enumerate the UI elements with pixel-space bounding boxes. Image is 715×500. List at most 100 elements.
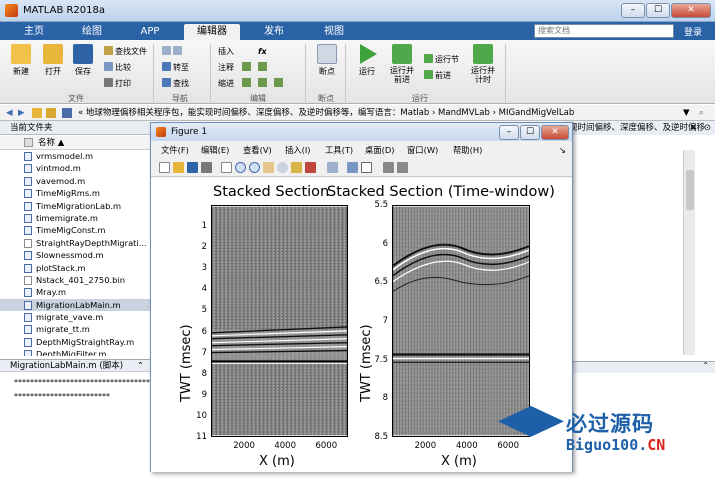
file-list-item[interactable]: DepthMigFilter.m [0, 348, 150, 356]
goto-prev-button[interactable] [162, 46, 184, 57]
menu-window[interactable]: 窗口(W) [407, 143, 438, 157]
file-list-item[interactable]: Mray.m [0, 286, 150, 298]
advance-icon [424, 70, 433, 79]
menu-help[interactable]: 帮助(H) [453, 143, 482, 157]
plot2-xtick-label: 4000 [455, 441, 478, 451]
editor-menu-icon[interactable]: ⊙ [704, 121, 711, 135]
m-file-icon [24, 288, 32, 298]
file-list-item[interactable]: vavemod.m [0, 175, 150, 187]
forward-arrow-icon[interactable]: ▶ [18, 105, 25, 121]
file-list-item[interactable]: DepthMigStraightRay.m [0, 336, 150, 348]
file-list-item[interactable]: Slownessmod.m [0, 249, 150, 261]
hide-plot-tools-icon[interactable] [383, 162, 394, 173]
file-list-item[interactable]: Nstack_401_2750.bin [0, 274, 150, 286]
file-list-item[interactable]: timemigrate.m [0, 212, 150, 224]
new-button[interactable]: 新建 [4, 44, 38, 77]
print-figure-icon[interactable] [201, 162, 212, 173]
data-cursor-icon[interactable] [291, 162, 302, 173]
file-list-item[interactable]: MigrationLabMain.m [0, 298, 150, 312]
tab-plots[interactable]: 绘图 [70, 24, 114, 40]
path-dropdown-icon[interactable]: ▼ [683, 105, 690, 121]
file-list-column-header[interactable]: 名称 ▲ [0, 136, 150, 150]
menu-insert[interactable]: 插入(I) [285, 143, 311, 157]
select-all-checkbox[interactable] [24, 138, 33, 147]
smart-indent-icon[interactable] [242, 78, 251, 87]
search-documentation-input[interactable]: 搜索文档 [534, 24, 674, 38]
dock-icon[interactable]: ↘ [559, 143, 566, 157]
new-figure-icon[interactable] [159, 162, 170, 173]
find-button[interactable]: 查找 [162, 78, 189, 89]
zoom-in-icon[interactable] [235, 162, 246, 173]
menu-view[interactable]: 查看(V) [243, 143, 272, 157]
file-list-item[interactable]: TimeMigrationLab.m [0, 200, 150, 212]
advance-button[interactable]: 前进 [424, 70, 451, 81]
maximize-button[interactable]: ☐ [646, 3, 670, 18]
up-folder-icon[interactable] [32, 108, 42, 118]
tab-view[interactable]: 视图 [310, 24, 358, 40]
run-button[interactable]: 运行 [350, 44, 384, 77]
figure-close-button[interactable]: ✕ [541, 125, 569, 140]
uncomment-icon[interactable] [258, 62, 267, 71]
save-figure-icon[interactable] [187, 162, 198, 173]
insert-legend-icon[interactable] [361, 162, 372, 173]
edit-plot-icon[interactable] [221, 162, 232, 173]
command-window-collapse-icon[interactable]: ⌃ [702, 361, 709, 370]
login-link[interactable]: 登录 [684, 25, 702, 38]
insert-button[interactable]: 插入 [218, 46, 234, 57]
tab-apps[interactable]: APP [128, 24, 172, 40]
file-list-item[interactable]: migrate_vave.m [0, 311, 150, 323]
browse-folder-icon[interactable] [46, 108, 56, 118]
file-list-item[interactable]: TimeMigConst.m [0, 224, 150, 236]
tab-home[interactable]: 主页 [12, 24, 56, 40]
comment-icon[interactable] [242, 62, 251, 71]
print-button[interactable]: 打印 [104, 78, 131, 89]
open-button[interactable]: 打开 [36, 44, 70, 77]
tab-publish[interactable]: 发布 [250, 24, 298, 40]
file-list-item[interactable]: TimeMigRms.m [0, 187, 150, 199]
menu-edit[interactable]: 编辑(E) [201, 143, 229, 157]
rotate-3d-icon[interactable] [277, 162, 288, 173]
run-and-time-button[interactable]: 运行并 计时 [466, 44, 500, 84]
fx-button[interactable]: fx [258, 46, 267, 57]
file-list-item[interactable]: plotStack.m [0, 262, 150, 274]
close-button[interactable]: ✕ [671, 3, 711, 18]
menu-file[interactable]: 文件(F) [161, 143, 189, 157]
breakpoints-button[interactable]: 断点 [310, 44, 344, 77]
brush-icon[interactable] [305, 162, 316, 173]
minimize-button[interactable]: – [621, 3, 645, 18]
zoom-out-icon[interactable] [249, 162, 260, 173]
editor-close-icon[interactable]: ✕ [690, 121, 697, 135]
figure-title-bar[interactable]: Figure 1 – ☐ ✕ [151, 123, 572, 141]
save-button[interactable]: 保存 [66, 44, 100, 77]
insert-colorbar-icon[interactable] [347, 162, 358, 173]
file-list-item[interactable]: vintmod.m [0, 162, 150, 174]
m-file-icon [24, 337, 32, 347]
run-and-advance-button[interactable]: 运行并 前进 [385, 44, 419, 84]
compare-button[interactable]: 比较 [104, 62, 131, 73]
figure-minimize-button[interactable]: – [499, 125, 519, 140]
file-list-item[interactable]: vrmsmodel.m [0, 150, 150, 162]
pan-icon[interactable] [263, 162, 274, 173]
indent-button[interactable]: 缩进 [218, 78, 234, 89]
increase-indent-icon[interactable] [274, 78, 283, 87]
find-files-button[interactable]: 查找文件 [104, 46, 147, 57]
goto-button[interactable]: 转至 [162, 62, 189, 73]
figure-maximize-button[interactable]: ☐ [520, 125, 540, 140]
link-plot-icon[interactable] [327, 162, 338, 173]
scrollbar-thumb[interactable] [686, 170, 694, 210]
menu-tools[interactable]: 工具(T) [325, 143, 353, 157]
decrease-indent-icon[interactable] [258, 78, 267, 87]
file-list-item[interactable]: StraightRayDepthMigrati... [0, 237, 150, 249]
file-list-item[interactable]: migrate_tt.m [0, 323, 150, 335]
current-folder-path[interactable]: « 地球物理偏移相关程序包，能实现时间偏移、深度偏移、及逆时偏移等，编写语言：M… [78, 105, 678, 121]
show-plot-tools-icon[interactable] [397, 162, 408, 173]
tab-editor[interactable]: 编辑器 [184, 24, 240, 40]
comment-button[interactable]: 注释 [218, 62, 234, 73]
file-name: vrmsmodel.m [36, 151, 94, 161]
menu-desktop[interactable]: 桌面(D) [365, 143, 394, 157]
search-folder-icon[interactable]: ⌕ [699, 105, 704, 121]
open-file-icon[interactable] [173, 162, 184, 173]
editor-scrollbar[interactable] [683, 150, 695, 355]
back-arrow-icon[interactable]: ◀ [6, 105, 13, 121]
run-section-button[interactable]: 运行节 [424, 54, 459, 65]
